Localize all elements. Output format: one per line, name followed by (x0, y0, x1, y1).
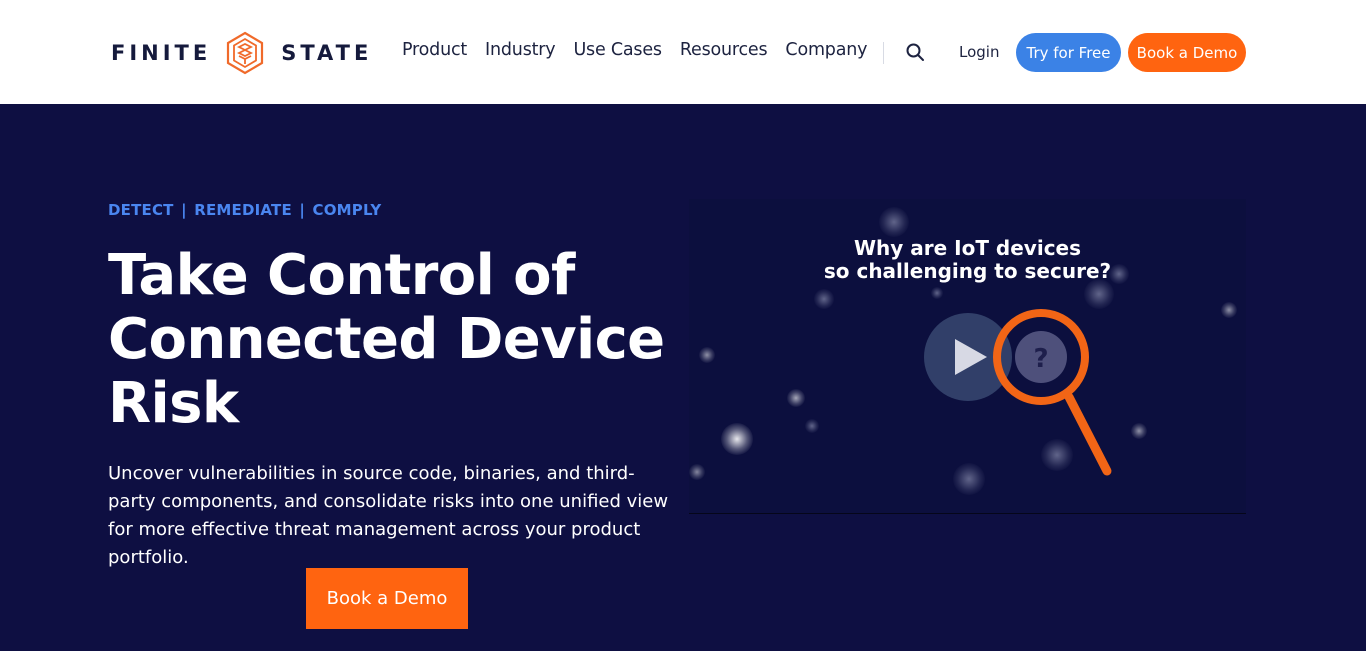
bokeh-dot (953, 463, 985, 495)
nav-industry[interactable]: Industry (485, 40, 556, 60)
nav-company[interactable]: Company (785, 40, 867, 60)
magnifier-question-icon: ? (993, 309, 1112, 476)
book-demo-hero-button[interactable]: Book a Demo (306, 568, 468, 629)
site-header: FINITE STATE Product Industry Use Cases … (0, 0, 1366, 104)
try-for-free-button[interactable]: Try for Free (1016, 33, 1121, 72)
nav-use-cases[interactable]: Use Cases (573, 40, 662, 60)
eyebrow-comply: COMPLY (312, 201, 382, 219)
book-demo-header-button[interactable]: Book a Demo (1128, 33, 1246, 72)
main-nav: Product Industry Use Cases Resources Com… (402, 40, 867, 60)
bokeh-dot (879, 207, 909, 237)
bokeh-dot (814, 289, 834, 309)
logo-word-right: STATE (281, 41, 373, 65)
eyebrow-separator: | (299, 201, 306, 219)
search-icon[interactable] (905, 42, 925, 62)
bokeh-dot (931, 287, 943, 299)
video-title: Why are IoT devices so challenging to se… (689, 237, 1246, 283)
bokeh-dot (689, 464, 705, 480)
bokeh-dot (721, 423, 753, 455)
bokeh-dot (1084, 279, 1114, 309)
eyebrow-detect: DETECT (108, 201, 174, 219)
nav-resources[interactable]: Resources (680, 40, 768, 60)
bokeh-dot (1221, 302, 1237, 318)
hero-headline: Take Control of Connected Device Risk (108, 243, 665, 436)
eyebrow-remediate: REMEDIATE (194, 201, 292, 219)
nav-divider (883, 42, 884, 64)
bokeh-dot (805, 419, 819, 433)
login-link[interactable]: Login (959, 43, 999, 61)
bokeh-dot (787, 389, 805, 407)
eyebrow-separator: | (181, 201, 187, 219)
video-title-line-1: Why are IoT devices (853, 236, 1082, 260)
magnifier-question-mark: ? (1033, 344, 1048, 374)
logo-mark-icon (227, 31, 264, 75)
video-player[interactable]: Why are IoT devices so challenging to se… (689, 199, 1246, 514)
logo-word-left: FINITE (111, 41, 212, 65)
hero-eyebrow: DETECT | REMEDIATE | COMPLY (108, 201, 381, 219)
video-title-line-2: so challenging to secure? (823, 259, 1112, 283)
nav-product[interactable]: Product (402, 40, 467, 60)
hero-description: Uncover vulnerabilities in source code, … (108, 463, 669, 568)
bokeh-dot (699, 347, 715, 363)
bokeh-dot (1131, 423, 1147, 439)
finite-state-logo[interactable]: FINITE STATE (111, 30, 372, 76)
